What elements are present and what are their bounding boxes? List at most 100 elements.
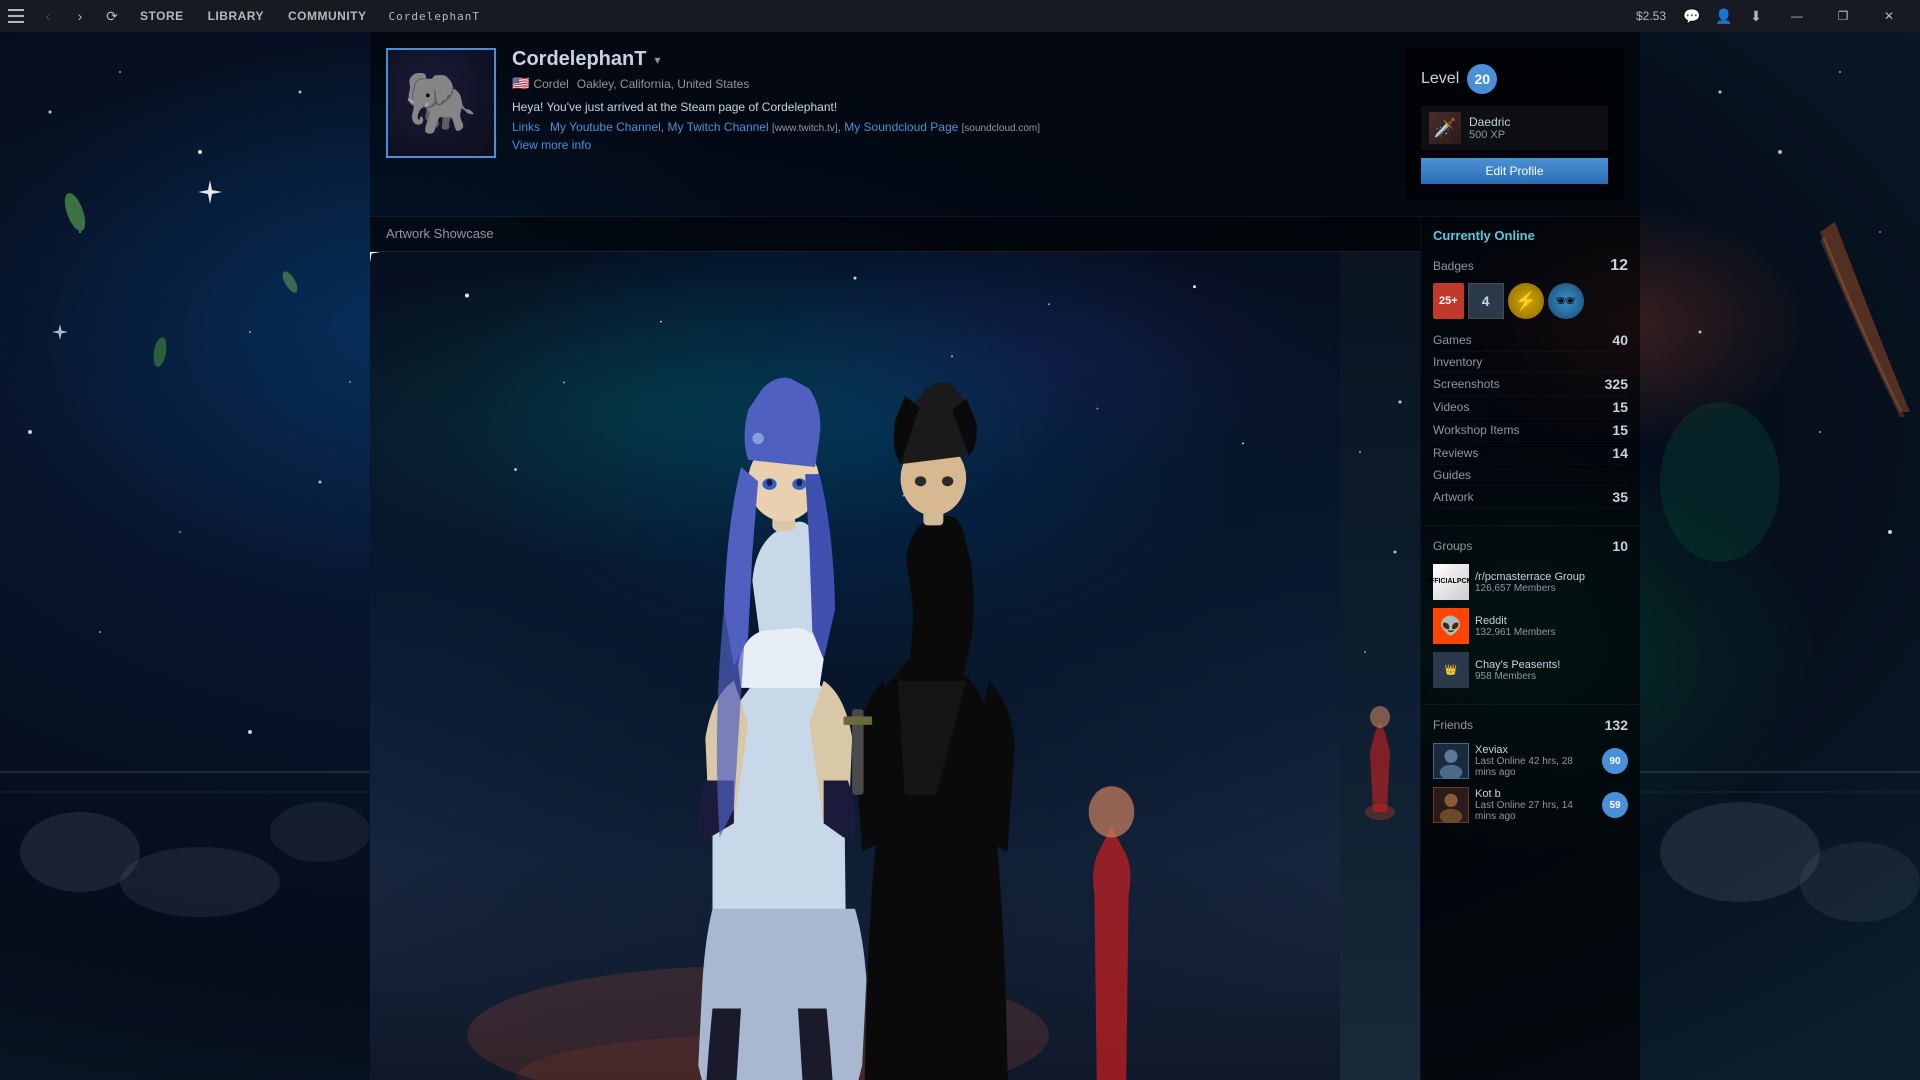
profile-panel: CordelephanT ▾ 🇺🇸 Cordel Oakley, Califor… — [370, 32, 1640, 1080]
wallet-display[interactable]: $2.53 — [1628, 9, 1674, 23]
group-pcmr-members: 126,657 Members — [1475, 583, 1628, 594]
left-decoration — [0, 32, 370, 1080]
stats-section: Badges 12 25+ 4 ⚡ 🕶 Games 40 — [1421, 249, 1640, 517]
friend-xeviax-info: Xeviax Last Online 42 hrs, 28 mins ago — [1475, 744, 1596, 778]
videos-count: 15 — [1612, 399, 1628, 415]
level-label: Level — [1421, 70, 1459, 88]
divider2 — [1421, 704, 1640, 705]
badges-label: Badges — [1433, 259, 1606, 273]
profile-avatar — [386, 48, 496, 158]
group-reddit-name: Reddit — [1475, 615, 1628, 627]
username-dropdown[interactable]: ▾ — [654, 53, 660, 67]
friend-kotb-level: 59 — [1602, 792, 1628, 818]
artwork-header: Artwork Showcase — [370, 217, 1420, 252]
view-more-link[interactable]: View more info — [512, 138, 1388, 152]
badge-sunglasses[interactable]: 🕶 — [1548, 283, 1584, 319]
right-deco-svg — [1640, 32, 1920, 1080]
groups-count: 10 — [1612, 538, 1628, 554]
reddit-logo: 👽 — [1433, 608, 1469, 644]
chat-icon[interactable]: 💬 — [1678, 2, 1706, 30]
inventory-row[interactable]: Inventory — [1433, 352, 1628, 373]
profile-info: CordelephanT ▾ 🇺🇸 Cordel Oakley, Califor… — [512, 48, 1388, 200]
videos-label: Videos — [1433, 400, 1612, 414]
friends-count: 132 — [1605, 717, 1628, 733]
content-area: CordelephanT ▾ 🇺🇸 Cordel Oakley, Califor… — [0, 32, 1920, 1080]
friends-label: Friends — [1433, 718, 1605, 732]
screenshots-row[interactable]: Screenshots 325 — [1433, 373, 1628, 396]
groups-label: Groups — [1433, 539, 1612, 553]
restore-button[interactable]: ❐ — [1820, 0, 1866, 32]
games-row[interactable]: Games 40 — [1433, 329, 1628, 352]
country-flag: 🇺🇸 — [512, 75, 529, 92]
youtube-link[interactable]: My Youtube Channel — [550, 120, 661, 134]
screenshots-count: 325 — [1605, 376, 1628, 392]
guides-label: Guides — [1433, 468, 1628, 482]
group-chay-info: Chay's Peasents! 958 Members — [1475, 659, 1628, 682]
games-label: Games — [1433, 333, 1612, 347]
close-button[interactable]: ✕ — [1866, 0, 1912, 32]
titlebar-right: $2.53 💬 👤 ⬇ — ❐ ✕ — [1628, 0, 1920, 32]
hamburger-line2 — [8, 15, 24, 17]
right-panel: Currently Online Badges 12 25+ 4 ⚡ 🕶 — [1420, 217, 1640, 1080]
friend-kotb-info: Kot b Last Online 27 hrs, 14 mins ago — [1475, 788, 1596, 822]
groups-header: Groups 10 — [1433, 538, 1628, 554]
group-chay-members: 958 Members — [1475, 671, 1628, 682]
workshop-label: Workshop Items — [1433, 423, 1612, 437]
titlebar-menu: ‹ › ⟳ STORE LIBRARY COMMUNITY Cordelepha… — [0, 0, 1628, 32]
workshop-row[interactable]: Workshop Items 15 — [1433, 419, 1628, 442]
nav-forward-button[interactable]: › — [64, 0, 96, 32]
edit-profile-button[interactable]: Edit Profile — [1421, 158, 1608, 184]
friend-kotb[interactable]: Kot b Last Online 27 hrs, 14 mins ago 59 — [1433, 783, 1628, 827]
location-text: Cordel — [533, 77, 568, 91]
level-header: Level 20 — [1421, 64, 1608, 94]
community-link[interactable]: COMMUNITY — [276, 0, 379, 32]
daedric-icon: 🗡️ — [1429, 112, 1461, 144]
group-reddit-members: 132,961 Members — [1475, 627, 1628, 638]
divider1 — [1421, 525, 1640, 526]
hamburger-line3 — [8, 21, 24, 23]
hamburger-menu[interactable] — [0, 0, 32, 32]
badge-level4[interactable]: 4 — [1468, 283, 1504, 319]
reviews-row[interactable]: Reviews 14 — [1433, 442, 1628, 465]
location-city: Oakley, California, United States — [577, 77, 750, 91]
nav-refresh-button[interactable]: ⟳ — [96, 0, 128, 32]
badge-25plus[interactable]: 25+ — [1433, 283, 1464, 319]
badges-count: 12 — [1610, 257, 1628, 275]
soundcloud-url: [soundcloud.com] — [962, 123, 1040, 134]
badge-xp: 500 XP — [1469, 129, 1600, 141]
profile-name-row: CordelephanT ▾ — [512, 48, 1388, 71]
download-icon[interactable]: ⬇ — [1742, 2, 1770, 30]
friend-xeviax[interactable]: Xeviax Last Online 42 hrs, 28 mins ago 9… — [1433, 739, 1628, 783]
store-link[interactable]: STORE — [128, 0, 196, 32]
profile-username: CordelephanT — [512, 48, 646, 71]
group-reddit[interactable]: 👽 Reddit 132,961 Members — [1433, 604, 1628, 648]
friends-header: Friends 132 — [1433, 717, 1628, 733]
friend-xeviax-avatar — [1433, 743, 1469, 779]
online-status: Currently Online — [1421, 217, 1640, 249]
group-chay-name: Chay's Peasents! — [1475, 659, 1628, 671]
group-reddit-info: Reddit 132,961 Members — [1475, 615, 1628, 638]
artwork-side-image — [1340, 252, 1420, 1080]
inventory-label: Inventory — [1433, 355, 1628, 369]
group-pcmr[interactable]: OFFICIAL PCMR /r/pcmasterrace Group 126,… — [1433, 560, 1628, 604]
videos-row[interactable]: Videos 15 — [1433, 396, 1628, 419]
artwork-title: Artwork Showcase — [386, 226, 494, 241]
badge-lightning[interactable]: ⚡ — [1508, 283, 1544, 319]
friend-kotb-status: Last Online 27 hrs, 14 mins ago — [1475, 800, 1596, 822]
twitch-link[interactable]: My Twitch Channel — [667, 120, 768, 134]
badges-row: Badges 12 — [1433, 257, 1628, 275]
guides-row[interactable]: Guides — [1433, 465, 1628, 486]
friends-icon[interactable]: 👤 — [1710, 2, 1738, 30]
soundcloud-link[interactable]: My Soundcloud Page — [844, 120, 958, 134]
games-count: 40 — [1612, 332, 1628, 348]
artwork-row[interactable]: Artwork 35 — [1433, 486, 1628, 509]
nav-back-button[interactable]: ‹ — [32, 0, 64, 32]
profile-bio: Heya! You've just arrived at the Steam p… — [512, 100, 1388, 114]
group-pcmr-name: /r/pcmasterrace Group — [1475, 571, 1628, 583]
library-link[interactable]: LIBRARY — [196, 0, 276, 32]
friend-xeviax-name: Xeviax — [1475, 744, 1596, 756]
minimize-button[interactable]: — — [1774, 0, 1820, 32]
workshop-count: 15 — [1612, 422, 1628, 438]
group-chay[interactable]: 👑 Chay's Peasents! 958 Members — [1433, 648, 1628, 692]
app-logo: CordelephanT — [379, 10, 490, 23]
